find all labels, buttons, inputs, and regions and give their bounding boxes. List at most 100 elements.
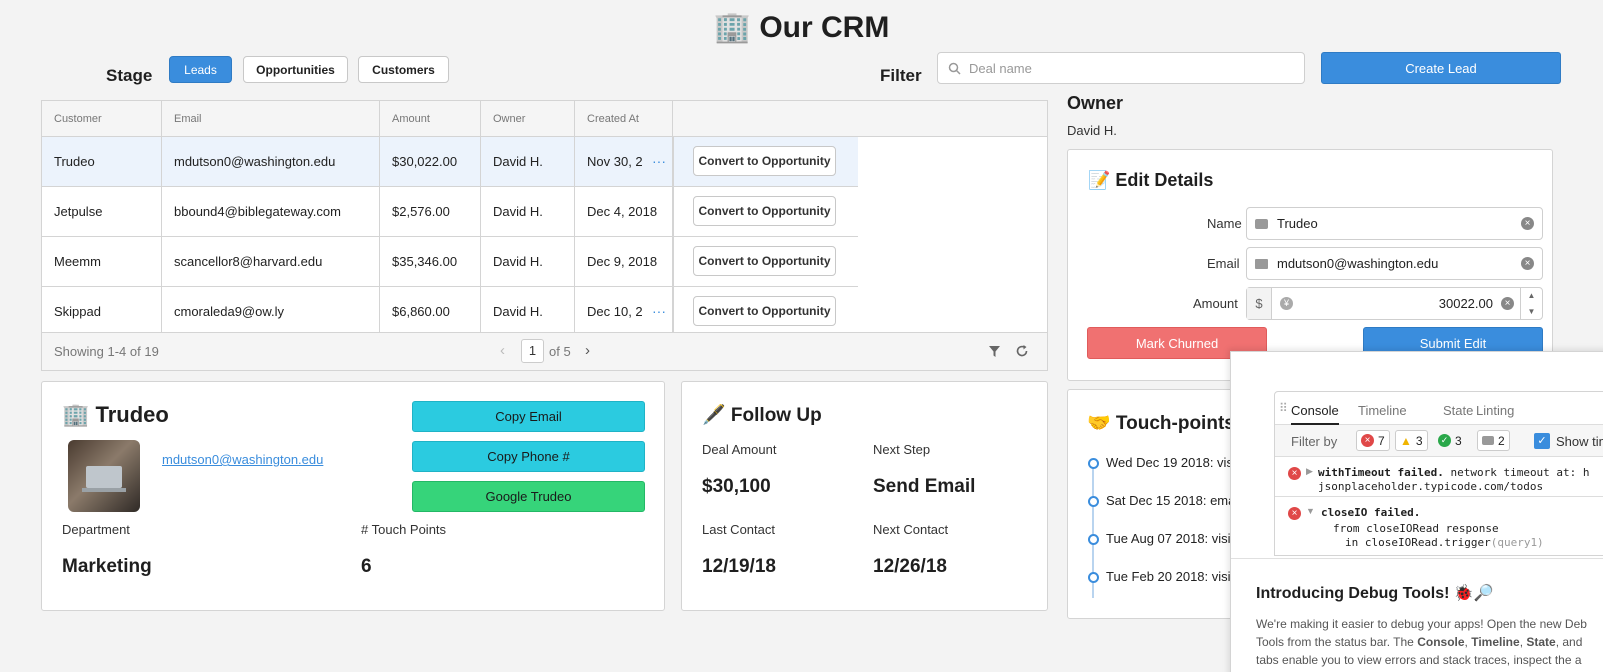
log-text-2: jsonplaceholder.typicode.com/todos [1318, 480, 1544, 493]
refresh-icon[interactable] [1015, 344, 1029, 358]
tab-console[interactable]: Console [1291, 403, 1339, 425]
copy-phone-button[interactable]: Copy Phone # [412, 441, 645, 472]
id-card-icon [1255, 218, 1268, 229]
search-placeholder: Deal name [969, 60, 1032, 76]
log-title: withTimeout failed. [1318, 466, 1444, 479]
stage-leads-button[interactable]: Leads [169, 56, 232, 83]
warning-filter[interactable]: ▲ 3 [1395, 430, 1428, 451]
more-icon[interactable]: ··· [652, 287, 666, 336]
touch-points-value: 6 [361, 556, 372, 577]
stage-opportunities-button[interactable]: Opportunities [243, 56, 348, 83]
yen-icon: ¥ [1280, 297, 1293, 310]
info-filter[interactable]: 2 [1477, 430, 1510, 451]
currency-prefix: $ [1247, 288, 1272, 319]
timeline-dot [1088, 496, 1099, 507]
amount-field[interactable]: $ ¥ 30022.00 × ▲ ▼ [1246, 287, 1543, 320]
intro-line-3: tabs enable you to view errors and stack… [1256, 653, 1582, 667]
log-stack-line: in closeIORead.trigger [1345, 536, 1491, 549]
table-row[interactable]: Skippad cmoraleda9@ow.ly $6,860.00 David… [42, 287, 858, 337]
create-lead-button[interactable]: Create Lead [1321, 52, 1561, 84]
tab-state[interactable]: State [1443, 403, 1473, 418]
cell-email: cmoraleda9@ow.ly [162, 287, 380, 336]
table-row[interactable]: Jetpulse bbound4@biblegateway.com $2,576… [42, 187, 858, 237]
col-amount[interactable]: Amount [380, 101, 481, 137]
convert-to-opportunity-button[interactable]: Convert to Opportunity [693, 196, 836, 226]
email-value: mdutson0@washington.edu [1277, 256, 1439, 271]
email-field[interactable]: mdutson0@washington.edu × [1246, 247, 1543, 280]
next-step-label: Next Step [873, 442, 931, 457]
cell-email: mdutson0@washington.edu [162, 137, 380, 186]
stepper-up-icon[interactable]: ▲ [1528, 291, 1536, 300]
log-text: network timeout at: h [1450, 466, 1590, 479]
amount-stepper[interactable]: ▲ ▼ [1520, 288, 1542, 319]
error-filter[interactable]: × 7 [1356, 430, 1390, 451]
intro-heading: Introducing Debug Tools! 🐞🔎 [1256, 585, 1494, 602]
intro-text: We're making it easier to debug your app… [1256, 615, 1587, 669]
intro-and-word: , and [1555, 635, 1583, 649]
cell-owner: David H. [481, 137, 575, 186]
profile-email-link[interactable]: mdutson0@washington.edu [162, 452, 323, 467]
next-step-value: Send Email [873, 476, 976, 497]
error-icon: × [1288, 467, 1301, 480]
success-filter[interactable]: ✓ 3 [1434, 430, 1466, 451]
log-entry[interactable]: × ▼ closeIO failed. from closeIORead res… [1275, 498, 1603, 558]
stepper-down-icon[interactable]: ▼ [1528, 307, 1536, 316]
prev-page-icon[interactable]: ‹ [500, 342, 505, 359]
mail-icon [1255, 258, 1268, 269]
table-footer: Showing 1-4 of 19 ‹ 1 of 5 › [42, 332, 1047, 370]
name-field[interactable]: Trudeo × [1246, 207, 1543, 240]
cell-created: Dec 4, 2018 [575, 187, 673, 236]
col-customer[interactable]: Customer [42, 101, 162, 137]
table-row[interactable]: Meemm scancellor8@harvard.edu $35,346.00… [42, 237, 858, 287]
warning-count: 3 [1415, 433, 1423, 448]
collapse-icon[interactable]: ▼ [1306, 506, 1315, 516]
edit-details-heading: 📝 Edit Details [1088, 170, 1214, 190]
cell-owner: David H. [481, 287, 575, 336]
profile-heading: 🏢 Trudeo [62, 402, 169, 427]
table-header: Customer Email Amount Owner Created At [42, 101, 1047, 137]
copy-email-button[interactable]: Copy Email [412, 401, 645, 432]
clear-icon[interactable]: × [1501, 297, 1514, 310]
tab-linting[interactable]: Linting [1476, 403, 1514, 418]
col-created-at[interactable]: Created At [575, 101, 673, 137]
last-contact-label: Last Contact [702, 522, 775, 537]
col-owner[interactable]: Owner [481, 101, 575, 137]
avatar [68, 440, 140, 512]
convert-to-opportunity-button[interactable]: Convert to Opportunity [693, 246, 836, 276]
clear-icon[interactable]: × [1521, 257, 1534, 270]
checkbox-checked-icon[interactable]: ✓ [1534, 433, 1550, 449]
convert-to-opportunity-button[interactable]: Convert to Opportunity [693, 296, 836, 326]
column-divider [673, 137, 674, 335]
intro-panel: Introducing Debug Tools! 🐞🔎 We're making… [1231, 558, 1603, 672]
filter-icon[interactable] [988, 345, 1001, 358]
deal-name-search-input[interactable]: Deal name [937, 52, 1305, 84]
info-count: 2 [1498, 433, 1505, 448]
intro-line-2: Tools from the status bar. The Console , … [1256, 635, 1583, 649]
leads-table: Customer Email Amount Owner Created At T… [41, 100, 1048, 371]
touch-point-item: Sat Dec 15 2018: ema [1106, 493, 1236, 508]
owner-value: David H. [1067, 123, 1117, 138]
filter-by-label: Filter by [1291, 434, 1338, 449]
log-stack-arg: (query1) [1490, 536, 1544, 549]
next-page-icon[interactable]: › [585, 342, 590, 359]
google-button[interactable]: Google Trudeo [412, 481, 645, 512]
convert-to-opportunity-button[interactable]: Convert to Opportunity [693, 146, 836, 176]
more-icon[interactable]: ··· [652, 137, 666, 186]
showing-text: Showing 1-4 of 19 [54, 344, 159, 359]
tab-timeline[interactable]: Timeline [1358, 403, 1407, 418]
cell-email: scancellor8@harvard.edu [162, 237, 380, 286]
next-contact-value: 12/26/18 [873, 556, 947, 577]
expand-icon[interactable]: ▶ [1306, 466, 1313, 477]
log-entry[interactable]: × ▶ withTimeout failed. network timeout … [1275, 458, 1603, 497]
success-icon: ✓ [1438, 434, 1451, 447]
clear-icon[interactable]: × [1521, 217, 1534, 230]
drag-handle-icon[interactable]: ⠿ [1279, 401, 1288, 415]
page-input[interactable]: 1 [521, 339, 544, 363]
log-stack-line: from closeIORead response [1333, 522, 1499, 535]
col-email[interactable]: Email [162, 101, 380, 137]
cell-amount: $35,346.00 [380, 237, 481, 286]
amount-label: Amount [1193, 296, 1238, 311]
table-row[interactable]: Trudeo mdutson0@washington.edu $30,022.0… [42, 137, 858, 187]
stage-customers-button[interactable]: Customers [358, 56, 449, 83]
department-label: Department [62, 522, 130, 537]
